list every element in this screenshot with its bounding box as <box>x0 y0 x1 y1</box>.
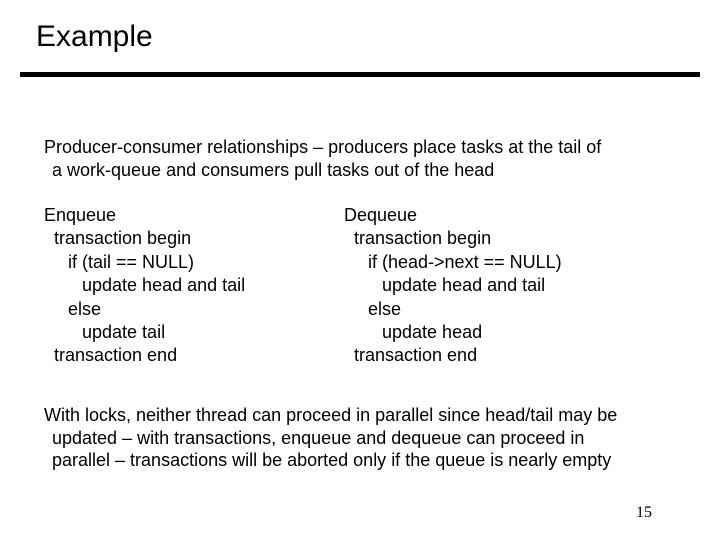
intro-paragraph: Producer-consumer relationships – produc… <box>44 136 684 181</box>
page-number: 15 <box>636 504 652 522</box>
enqueue-then: update head and tail <box>44 274 344 297</box>
dequeue-if: if (head->next == NULL) <box>344 251 684 274</box>
dequeue-elsedo: update head <box>344 321 684 344</box>
enqueue-end: transaction end <box>44 344 344 367</box>
dequeue-then: update head and tail <box>344 274 684 297</box>
dequeue-end: transaction end <box>344 344 684 367</box>
intro-line-1: Producer-consumer relationships – produc… <box>44 136 684 159</box>
code-columns: Enqueue transaction begin if (tail == NU… <box>44 204 684 368</box>
intro-line-2: a work-queue and consumers pull tasks ou… <box>44 159 684 182</box>
dequeue-else: else <box>344 298 684 321</box>
dequeue-begin: transaction begin <box>344 227 684 250</box>
dequeue-title: Dequeue <box>344 204 684 227</box>
enqueue-else: else <box>44 298 344 321</box>
conclusion-paragraph: With locks, neither thread can proceed i… <box>44 404 684 472</box>
slide-title: Example <box>36 20 153 54</box>
dequeue-block: Dequeue transaction begin if (head->next… <box>344 204 684 368</box>
enqueue-elsedo: update tail <box>44 321 344 344</box>
enqueue-if: if (tail == NULL) <box>44 251 344 274</box>
slide: Example Producer-consumer relationships … <box>0 0 720 540</box>
conclusion-line-3: parallel – transactions will be aborted … <box>44 449 684 472</box>
enqueue-begin: transaction begin <box>44 227 344 250</box>
enqueue-title: Enqueue <box>44 204 344 227</box>
conclusion-line-2: updated – with transactions, enqueue and… <box>44 427 684 450</box>
enqueue-block: Enqueue transaction begin if (tail == NU… <box>44 204 344 368</box>
conclusion-line-1: With locks, neither thread can proceed i… <box>44 404 684 427</box>
title-underline <box>20 72 700 77</box>
